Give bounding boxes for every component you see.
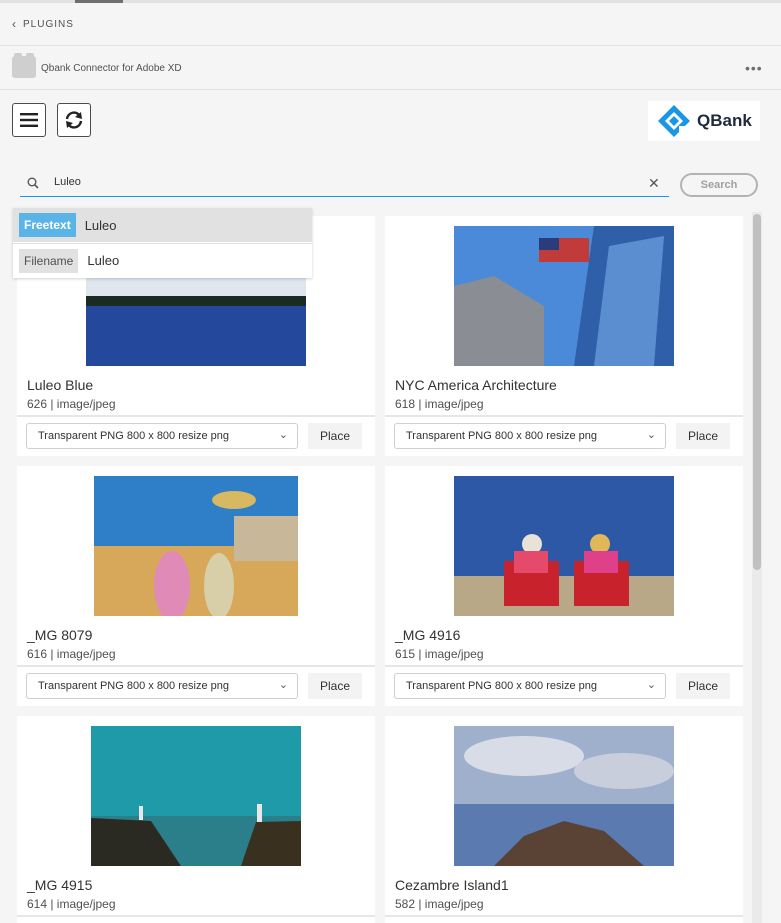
format-select[interactable]: Transparent PNG 800 x 800 resize png ⌄ (26, 673, 298, 699)
search-suggestions: Freetext Luleo Filename Luleo (13, 208, 312, 278)
divider (385, 915, 743, 917)
place-button[interactable]: Place (308, 423, 362, 449)
format-select[interactable]: Transparent PNG 800 x 800 resize png ⌄ (394, 423, 666, 449)
asset-title: _MG 8079 (27, 627, 93, 643)
menu-button[interactable] (12, 103, 46, 137)
asset-thumbnail[interactable] (94, 476, 298, 616)
back-label: PLUGINS (23, 18, 74, 30)
suggestion-text: Luleo (87, 253, 120, 268)
asset-meta: 618 | image/jpeg (395, 397, 484, 411)
plugin-icon (12, 53, 36, 78)
asset-thumbnail[interactable] (454, 726, 674, 866)
asset-card[interactable]: _MG 4915 614 | image/jpeg (17, 716, 375, 923)
format-select-value: Transparent PNG 800 x 800 resize png (38, 680, 229, 692)
format-select[interactable]: Transparent PNG 800 x 800 resize png ⌄ (26, 423, 298, 449)
search-bar: ✕ (20, 172, 669, 197)
scrollbar-thumb[interactable] (753, 214, 761, 570)
suggestion-freetext[interactable]: Freetext Luleo (13, 208, 312, 242)
plugin-name: Qbank Connector for Adobe XD (41, 63, 182, 74)
chevron-down-icon: ⌄ (278, 429, 288, 441)
suggestion-text: Luleo (84, 217, 117, 233)
format-select[interactable]: Transparent PNG 800 x 800 resize png ⌄ (394, 673, 666, 699)
asset-title: Cezambre Island1 (395, 877, 509, 893)
divider (17, 415, 375, 417)
place-button[interactable]: Place (308, 673, 362, 699)
format-select-value: Transparent PNG 800 x 800 resize png (406, 680, 597, 692)
asset-thumbnail[interactable] (91, 726, 301, 866)
asset-thumbnail[interactable] (454, 226, 674, 366)
results-grid: Luleo Blue 626 | image/jpeg Transparent … (0, 208, 781, 923)
asset-card[interactable]: _MG 4916 615 | image/jpeg Transparent PN… (385, 466, 743, 706)
plugin-header: Qbank Connector for Adobe XD ••• (0, 46, 781, 90)
chevron-left-icon: ‹ (12, 17, 17, 31)
asset-meta: 614 | image/jpeg (27, 897, 116, 911)
logo-text: QBank (697, 111, 752, 130)
chevron-down-icon: ⌄ (646, 429, 656, 441)
place-button[interactable]: Place (676, 423, 730, 449)
asset-meta: 582 | image/jpeg (395, 897, 484, 911)
asset-meta: 615 | image/jpeg (395, 647, 484, 661)
tab-indicator (75, 0, 123, 3)
divider (17, 665, 375, 667)
asset-title: _MG 4915 (27, 877, 93, 893)
asset-title: _MG 4916 (395, 627, 461, 643)
format-select-value: Transparent PNG 800 x 800 resize png (406, 430, 597, 442)
asset-thumbnail[interactable] (454, 476, 674, 616)
back-link[interactable]: ‹ PLUGINS (12, 17, 74, 31)
divider (17, 915, 375, 917)
divider (385, 665, 743, 667)
suggestion-chip: Filename (19, 248, 79, 273)
refresh-button[interactable] (57, 103, 91, 137)
chevron-down-icon: ⌄ (646, 679, 656, 691)
divider (385, 415, 743, 417)
search-button[interactable]: Search (680, 173, 758, 197)
asset-title: Luleo Blue (27, 377, 94, 393)
more-options-icon[interactable]: ••• (745, 60, 763, 76)
chevron-down-icon: ⌄ (278, 679, 288, 691)
search-input[interactable] (54, 176, 634, 188)
hamburger-icon (20, 113, 38, 127)
qbank-logo: QBank (648, 101, 760, 141)
format-select-value: Transparent PNG 800 x 800 resize png (38, 430, 229, 442)
asset-meta: 616 | image/jpeg (27, 647, 116, 661)
scrollbar[interactable] (752, 212, 762, 923)
asset-card[interactable]: Cezambre Island1 582 | image/jpeg (385, 716, 743, 923)
asset-title: NYC America Architecture (395, 377, 557, 393)
refresh-icon (65, 111, 83, 129)
suggestion-filename[interactable]: Filename Luleo (13, 243, 312, 277)
top-bar: ‹ PLUGINS (0, 0, 781, 46)
asset-card[interactable]: _MG 8079 616 | image/jpeg Transparent PN… (17, 466, 375, 706)
asset-card[interactable]: NYC America Architecture 618 | image/jpe… (385, 216, 743, 456)
search-icon (27, 177, 39, 189)
place-button[interactable]: Place (676, 673, 730, 699)
suggestion-chip: Freetext (19, 213, 76, 237)
qbank-logo-icon (658, 105, 690, 137)
asset-meta: 626 | image/jpeg (27, 397, 116, 411)
clear-search-icon[interactable]: ✕ (648, 175, 660, 192)
